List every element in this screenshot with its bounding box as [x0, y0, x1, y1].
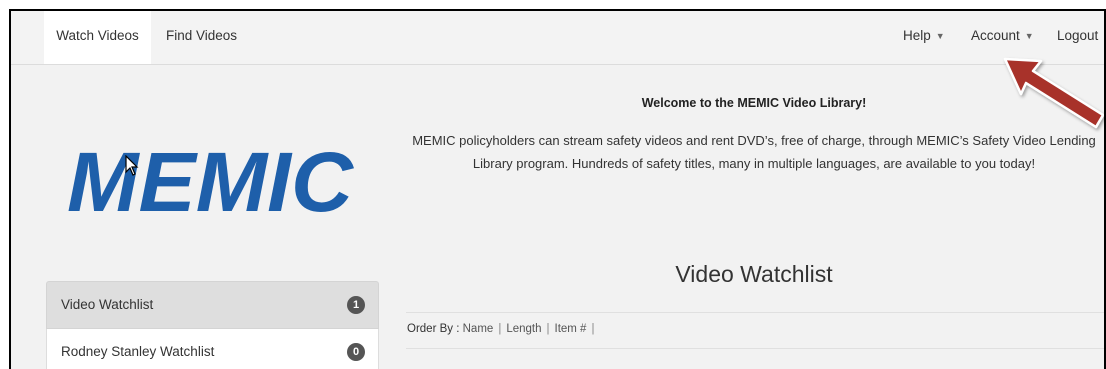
divider — [406, 312, 1104, 313]
browser-frame: Watch Videos Find Videos Help ▼ Account ▼ … — [9, 9, 1106, 369]
divider — [406, 348, 1104, 349]
caret-down-icon: ▼ — [935, 31, 945, 41]
sidebar-item-rodney-stanley-watchlist[interactable]: Rodney Stanley Watchlist 0 — [46, 329, 379, 369]
help-label: Help — [903, 28, 931, 43]
watchlist-title: Video Watchlist — [675, 261, 833, 287]
sidebar-item-label: Video Watchlist — [61, 297, 154, 312]
caret-down-icon: ▼ — [1024, 31, 1034, 41]
account-label: Account — [971, 28, 1020, 43]
count-badge: 1 — [347, 296, 365, 314]
welcome-line-2: Library program. Hundreds of safety titl… — [472, 156, 1036, 171]
order-by-item-number[interactable]: Item # — [555, 323, 587, 335]
nav-tab-find-videos[interactable]: Find Videos — [166, 11, 237, 64]
sidebar-item-label: Rodney Stanley Watchlist — [61, 344, 215, 359]
red-arrow-annotation — [1003, 57, 1104, 129]
mouse-cursor-icon — [125, 155, 139, 176]
count-badge: 0 — [347, 343, 365, 361]
welcome-text: MEMIC policyholders can stream safety vi… — [404, 129, 1104, 175]
logo-text: MEMIC — [67, 135, 354, 219]
order-by-bar: Order By : Name | Length | Item # | — [407, 323, 595, 335]
sidebar-item-video-watchlist[interactable]: Video Watchlist 1 — [46, 281, 379, 329]
watchlist-sidebar: Video Watchlist 1 Rodney Stanley Watchli… — [46, 281, 379, 369]
help-menu[interactable]: Help ▼ — [903, 11, 945, 64]
memic-logo: MEMIC — [67, 135, 354, 219]
order-by-name[interactable]: Name — [463, 323, 494, 335]
order-by-colon: : — [456, 323, 460, 335]
order-by-label: Order By — [407, 323, 454, 335]
order-by-length[interactable]: Length — [506, 323, 541, 335]
top-navbar: Watch Videos Find Videos Help ▼ Account ▼ … — [11, 11, 1104, 65]
nav-tab-watch-videos[interactable]: Watch Videos — [44, 11, 151, 64]
